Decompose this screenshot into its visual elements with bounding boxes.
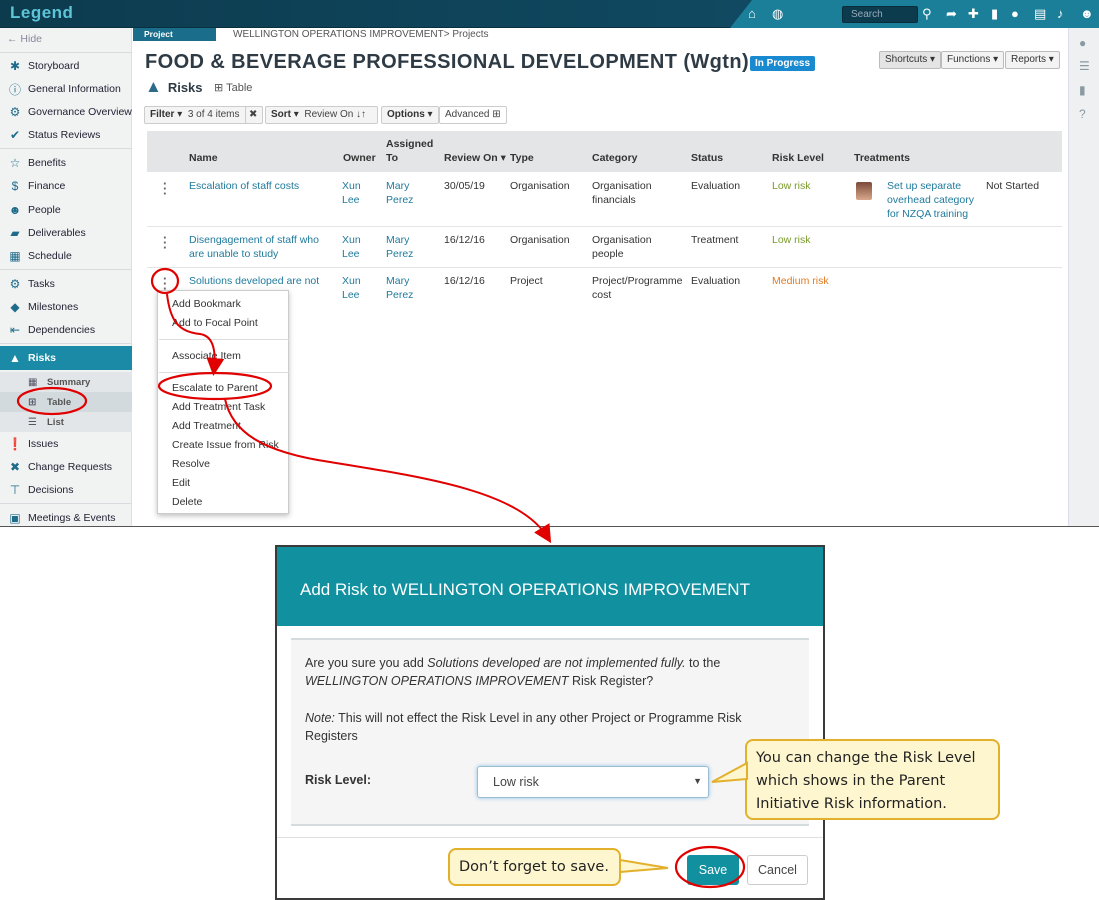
arrow-to-escalate xyxy=(166,293,225,376)
highlight-table-view xyxy=(16,386,88,416)
callout-pointer xyxy=(711,761,748,783)
callout-pointer xyxy=(619,858,669,874)
arrow-to-dialog xyxy=(224,398,552,544)
highlight-kebab xyxy=(150,267,180,295)
annotation-overlay xyxy=(16,267,748,889)
highlight-escalate xyxy=(157,371,273,401)
highlight-save xyxy=(674,845,746,889)
